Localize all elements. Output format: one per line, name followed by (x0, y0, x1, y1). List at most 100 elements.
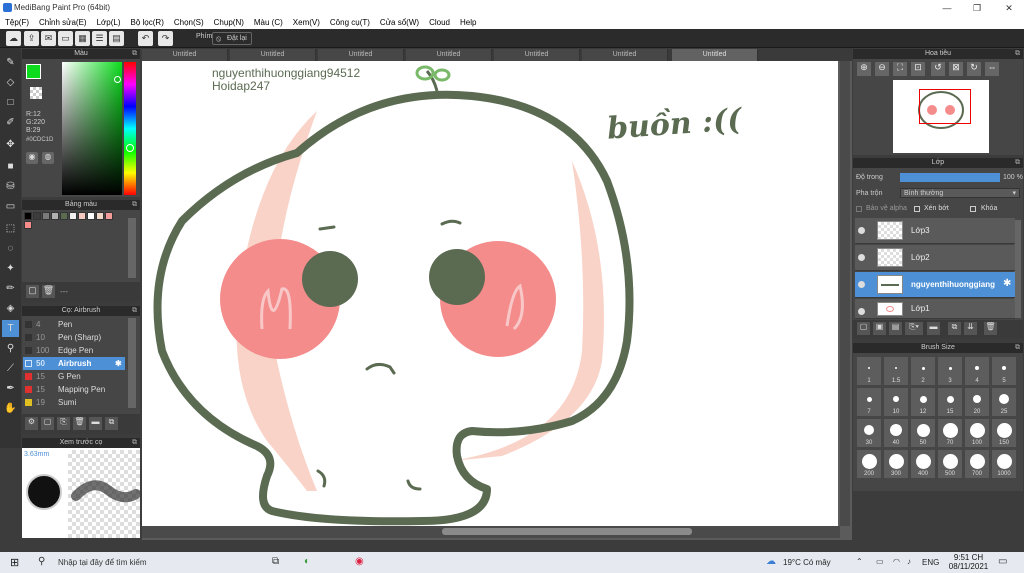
tab-untitled[interactable]: Untitled (318, 49, 404, 61)
tab-untitled-active[interactable]: Untitled (672, 49, 758, 61)
eyedropper-icon[interactable]: ✒ (2, 380, 19, 397)
undo-icon[interactable]: ↶ (138, 31, 153, 46)
brush-size-cell[interactable]: 2 (911, 357, 935, 385)
eye-icon[interactable] (858, 308, 865, 315)
brush-size-cell[interactable]: 70 (938, 419, 962, 447)
tab-untitled[interactable]: Untitled (230, 49, 316, 61)
actual-size-icon[interactable]: ⊡ (911, 62, 925, 76)
grid-icon[interactable]: ▦ (75, 31, 90, 46)
tab-untitled[interactable]: Untitled (494, 49, 580, 61)
palette-swatch[interactable] (69, 212, 77, 220)
brush-item[interactable]: 10 Pen (Sharp) (23, 331, 125, 344)
hue-handle[interactable] (126, 144, 134, 152)
brush-copy-icon[interactable]: ⎘ (57, 417, 70, 430)
brush-size-cell[interactable]: 30 (857, 419, 881, 447)
hue-slider[interactable] (124, 62, 136, 195)
brush-add-icon[interactable]: ⚙ (25, 417, 38, 430)
duplicate-layer-icon[interactable]: ⧉ (948, 322, 961, 335)
protect-alpha-checkbox[interactable] (856, 206, 862, 212)
menu-window[interactable]: Cửa sổ(W) (375, 16, 424, 27)
navigator-thumbnail[interactable] (893, 80, 989, 153)
palette-swatch[interactable] (87, 212, 95, 220)
menu-layer[interactable]: Lớp(L) (92, 16, 126, 27)
layer-folder-icon[interactable]: ▬ (927, 322, 940, 335)
gradient-tool-icon[interactable]: ▭ (2, 198, 19, 215)
taskbar-search-input[interactable]: Nhập tại đây để tìm kiếm (58, 558, 146, 567)
menu-filter[interactable]: Bộ lọc(R) (126, 16, 169, 27)
delete-layer-icon[interactable]: 🗑 (984, 322, 997, 335)
brush-size-cell[interactable]: 7 (857, 388, 881, 416)
tab-untitled[interactable]: Untitled (142, 49, 228, 61)
fit-icon[interactable]: ⛶ (893, 62, 907, 76)
brush-size-cell[interactable]: 1.5 (884, 357, 908, 385)
reset-button[interactable]: ⦸ Đặt lại (212, 32, 252, 45)
zoom-in-icon[interactable]: ⊕ (857, 62, 871, 76)
cloud-icon[interactable]: ☁ (6, 31, 21, 46)
brush-cloud-icon[interactable]: ⧉ (105, 417, 118, 430)
brush-size-cell[interactable]: 50 (911, 419, 935, 447)
eye-icon[interactable] (858, 281, 865, 288)
palette-swatch[interactable] (33, 212, 41, 220)
layer-row[interactable]: Lớp2 (855, 245, 1015, 271)
pen-tool-icon[interactable]: ✐ (2, 114, 19, 131)
menu-select[interactable]: Chọn(S) (169, 16, 209, 27)
task-view-icon[interactable]: ⧉ (272, 556, 279, 567)
layer-row[interactable]: Lớp1 (855, 299, 1015, 319)
merge-layer-icon[interactable]: ⇊ (964, 322, 977, 335)
palette-swatch[interactable] (24, 221, 32, 229)
layer-scrollbar[interactable] (1014, 220, 1021, 318)
palette-swatch[interactable] (78, 212, 86, 220)
palette-swatch[interactable] (60, 212, 68, 220)
hscroll-thumb[interactable] (442, 528, 692, 535)
select-eraser-icon[interactable]: ◈ (2, 300, 19, 317)
tray-chevron-icon[interactable]: ⌃ (856, 557, 863, 566)
brush-size-cell[interactable]: 25 (992, 388, 1016, 416)
menu-tools[interactable]: Công cụ(T) (325, 16, 375, 27)
clock[interactable]: 9:51 CH 08/11/2021 (946, 553, 991, 571)
new-halftone-layer-icon[interactable]: ▣ (873, 322, 886, 335)
brush-item[interactable]: 4 Pen (23, 318, 125, 331)
brush-size-cell[interactable]: 1000 (992, 450, 1016, 478)
language-indicator[interactable]: ENG (922, 558, 939, 567)
brush-settings-icon[interactable]: ✱ (115, 357, 122, 370)
layer-options-icon[interactable]: ⎘▾ (905, 322, 923, 335)
menu-capture[interactable]: Chụp(N) (209, 16, 249, 27)
upload-icon[interactable]: ⇪ (24, 31, 39, 46)
chat-icon[interactable]: ✉ (41, 31, 56, 46)
menu-color[interactable]: Màu (C) (249, 16, 288, 27)
rotate-right-icon[interactable]: ↻ (967, 62, 981, 76)
brush-folder-icon[interactable]: ▬ (89, 417, 102, 430)
brush-size-cell[interactable]: 100 (965, 419, 989, 447)
new-layer-icon[interactable]: ▢ (857, 322, 870, 335)
menu-edit[interactable]: Chỉnh sửa(E) (34, 16, 92, 27)
panel-icon[interactable]: ▤ (109, 31, 124, 46)
brush-item[interactable]: 19 Sumi (23, 396, 125, 409)
foreground-color-swatch[interactable] (26, 64, 41, 79)
menu-file[interactable]: Tệp(F) (0, 16, 34, 27)
notification-icon[interactable]: ▭ (998, 556, 1007, 567)
rect-tool-icon[interactable]: □ (2, 94, 19, 111)
new-palette-icon[interactable]: ▢ (26, 285, 39, 298)
brush-size-cell[interactable]: 200 (857, 450, 881, 478)
drawing-canvas[interactable]: nguyenthihuonggiang94512 Hoidap247 buồn … (142, 61, 838, 526)
brush-size-cell[interactable]: 4 (965, 357, 989, 385)
bucket-tool-icon[interactable]: ⛁ (2, 178, 19, 195)
canvas-vertical-scrollbar[interactable] (840, 61, 850, 526)
app-pinned-icon[interactable]: ◐ (304, 556, 310, 567)
palette-swatch[interactable] (96, 212, 104, 220)
panel-close-icon[interactable]: ⧉ (132, 306, 137, 316)
panel-close-icon[interactable]: ⧉ (1015, 49, 1020, 59)
fill-rect-icon[interactable]: ■ (2, 158, 19, 175)
color-history-icon[interactable]: ◍ (42, 152, 54, 164)
zoom-out-icon[interactable]: ⊖ (875, 62, 889, 76)
navigator-viewport[interactable] (919, 89, 971, 124)
brush-new-icon[interactable]: ▢ (41, 417, 54, 430)
clip-checkbox[interactable] (914, 206, 920, 212)
sv-picker-handle[interactable] (114, 76, 121, 83)
panel-close-icon[interactable]: ⧉ (132, 49, 137, 59)
windows-start-icon[interactable]: ⊞ (10, 556, 19, 569)
brush-size-cell[interactable]: 1 (857, 357, 881, 385)
menu-view[interactable]: Xem(V) (288, 16, 325, 27)
move-tool-icon[interactable]: ✥ (2, 136, 19, 153)
eye-icon[interactable] (858, 254, 865, 261)
